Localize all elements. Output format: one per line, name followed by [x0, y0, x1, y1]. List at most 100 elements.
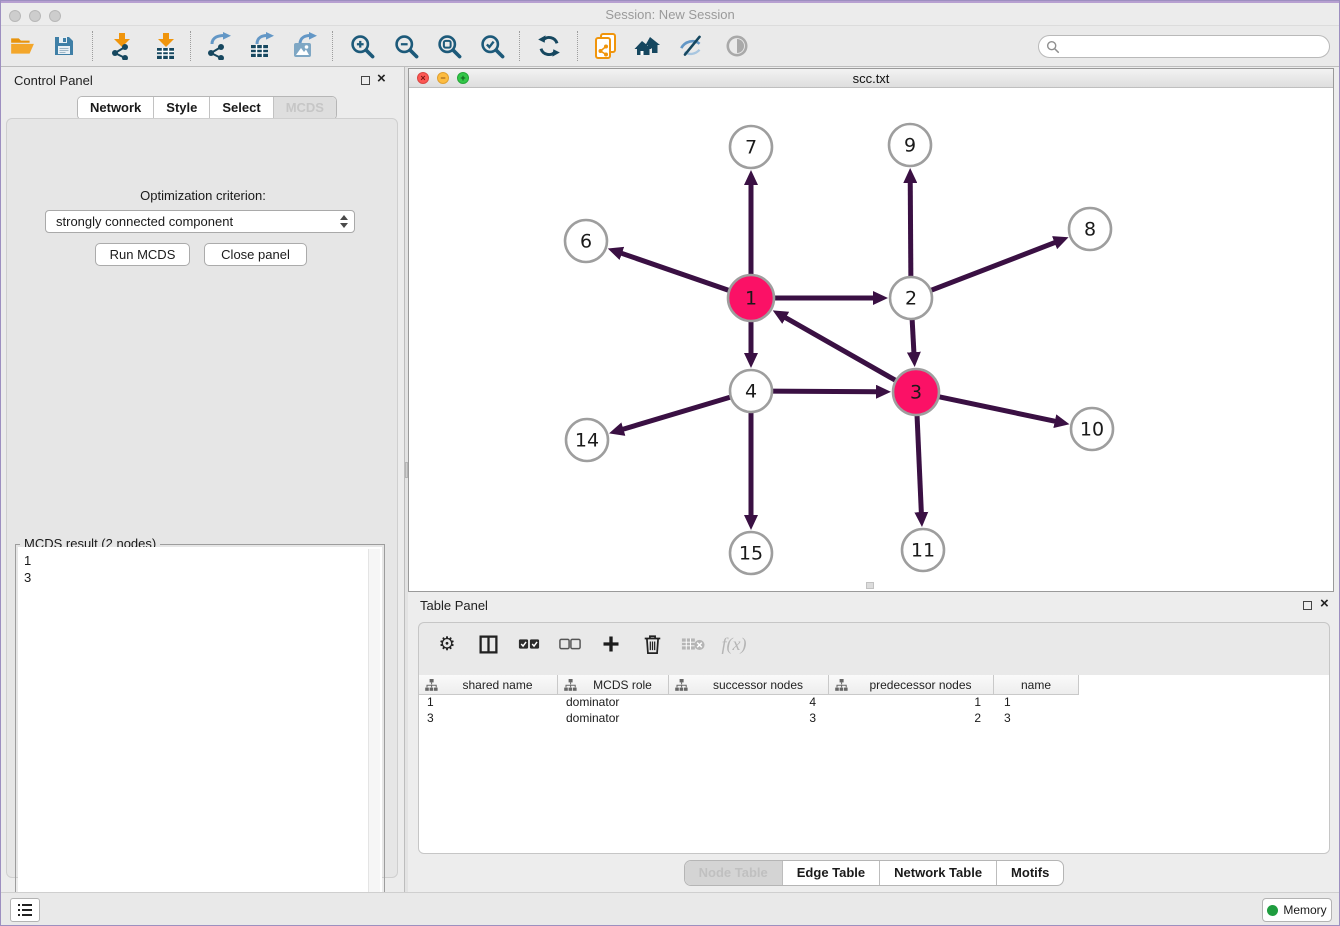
- cell-successor-nodes[interactable]: 3: [669, 711, 829, 727]
- float-panel-icon[interactable]: [361, 76, 370, 85]
- table-panel: Table Panel × ⚙: [408, 592, 1340, 892]
- graph-node-label-1: 1: [745, 288, 757, 310]
- table-header: shared name MCDS role successor nodes pr…: [419, 675, 1329, 695]
- tab-network[interactable]: Network: [78, 97, 154, 119]
- cell-name[interactable]: 3: [994, 711, 1079, 727]
- result-scrollbar[interactable]: [368, 549, 380, 917]
- close-table-panel-icon[interactable]: ×: [1320, 595, 1329, 612]
- close-panel-icon[interactable]: ×: [377, 70, 386, 87]
- zoom-fit-icon[interactable]: [431, 29, 467, 63]
- network-resize-grip[interactable]: [866, 582, 874, 589]
- open-network-file-icon[interactable]: [588, 29, 624, 63]
- mcds-result-text[interactable]: 1 3: [18, 547, 382, 919]
- cell-shared-name[interactable]: 3: [419, 711, 558, 727]
- graph-node-label-15: 15: [739, 543, 763, 565]
- tab-style[interactable]: Style: [154, 97, 210, 119]
- graph-edge-3-11[interactable]: [917, 412, 922, 515]
- column-header-predecessor-nodes[interactable]: predecessor nodes: [829, 675, 994, 695]
- status-bar: Memory: [0, 892, 1340, 926]
- graph-edge-3-10[interactable]: [936, 396, 1058, 422]
- cell-predecessor-nodes[interactable]: 1: [829, 695, 994, 711]
- tab-edge-table[interactable]: Edge Table: [783, 861, 880, 885]
- column-header-mcds-role[interactable]: MCDS role: [558, 675, 669, 695]
- import-table-icon[interactable]: [148, 29, 184, 63]
- graph-edge-4-3[interactable]: [769, 391, 879, 392]
- search-input[interactable]: [1064, 40, 1329, 54]
- graph-node-label-10: 10: [1080, 419, 1104, 441]
- result-line: 3: [24, 569, 382, 586]
- mcds-result-box: MCDS result (2 nodes) 1 3: [15, 544, 385, 922]
- criterion-value: strongly connected component: [56, 214, 340, 229]
- close-panel-button[interactable]: Close panel: [204, 243, 307, 266]
- toolbar-separator: [92, 31, 93, 61]
- column-header-name[interactable]: name: [994, 675, 1079, 695]
- network-view-window: × − + scc.txt 7968124314101511: [408, 68, 1334, 592]
- open-session-icon[interactable]: [4, 29, 40, 63]
- graph-edge-4-14[interactable]: [621, 396, 734, 430]
- table-row[interactable]: 1 dominator 4 1 1: [419, 695, 1329, 711]
- memory-button[interactable]: Memory: [1262, 898, 1332, 922]
- select-all-checkboxes-icon[interactable]: [517, 632, 541, 656]
- function-builder-icon[interactable]: f(x): [722, 632, 746, 656]
- hierarchy-icon: [425, 679, 438, 691]
- column-header-shared-name[interactable]: shared name: [419, 675, 558, 695]
- table-tabs: Node Table Edge Table Network Table Moti…: [408, 860, 1340, 886]
- tab-motifs[interactable]: Motifs: [997, 861, 1063, 885]
- refresh-view-icon[interactable]: [531, 29, 567, 63]
- search-box[interactable]: [1038, 35, 1330, 58]
- zoom-out-icon[interactable]: [388, 29, 424, 63]
- table-toolbar: ⚙ f(x): [419, 623, 1329, 665]
- hide-selected-eye-slash-icon[interactable]: [674, 29, 710, 63]
- cell-mcds-role[interactable]: dominator: [558, 711, 669, 727]
- export-network-icon[interactable]: [201, 29, 237, 63]
- deselect-all-checkboxes-icon[interactable]: [558, 632, 582, 656]
- import-network-icon[interactable]: [104, 29, 140, 63]
- cell-name[interactable]: 1: [994, 695, 1079, 711]
- table-options-gear-icon[interactable]: ⚙: [435, 632, 459, 656]
- cell-successor-nodes[interactable]: 4: [669, 695, 829, 711]
- zoom-in-icon[interactable]: [344, 29, 380, 63]
- home-icon[interactable]: [631, 29, 667, 63]
- zoom-selected-icon[interactable]: [474, 29, 510, 63]
- cell-shared-name[interactable]: 1: [419, 695, 558, 711]
- titlebar: Session: New Session: [0, 3, 1340, 26]
- column-header-successor-nodes[interactable]: successor nodes: [669, 675, 829, 695]
- export-table-icon[interactable]: [244, 29, 280, 63]
- save-session-icon[interactable]: [46, 29, 82, 63]
- table-row[interactable]: 3 dominator 3 2 3: [419, 711, 1329, 727]
- criterion-dropdown[interactable]: strongly connected component: [45, 210, 355, 233]
- tab-mcds[interactable]: MCDS: [274, 97, 336, 119]
- delete-table-icon[interactable]: [681, 632, 705, 656]
- graph-node-label-6: 6: [580, 231, 592, 253]
- graph-node-label-8: 8: [1084, 219, 1096, 241]
- control-panel-tabs: Network Style Select MCDS: [77, 96, 337, 120]
- tab-node-table[interactable]: Node Table: [685, 861, 783, 885]
- graph-node-label-14: 14: [575, 430, 599, 452]
- hierarchy-icon: [835, 679, 848, 691]
- export-image-icon[interactable]: [287, 29, 323, 63]
- show-hidden-eye-icon[interactable]: [719, 29, 755, 63]
- show-columns-icon[interactable]: [476, 632, 500, 656]
- float-table-panel-icon[interactable]: [1303, 601, 1312, 610]
- tab-network-table[interactable]: Network Table: [880, 861, 997, 885]
- cell-predecessor-nodes[interactable]: 2: [829, 711, 994, 727]
- graph-node-label-7: 7: [745, 137, 757, 159]
- network-canvas[interactable]: 7968124314101511: [409, 88, 1333, 591]
- graph-edge-1-6[interactable]: [619, 252, 732, 291]
- add-row-icon[interactable]: [599, 632, 623, 656]
- toolbar-separator: [519, 31, 520, 61]
- node-table-card: ⚙ f(x): [418, 622, 1330, 854]
- graph-edge-2-9[interactable]: [910, 180, 911, 280]
- dropdown-stepper-icon: [340, 215, 348, 228]
- graph-node-label-3: 3: [910, 382, 922, 404]
- run-mcds-button[interactable]: Run MCDS: [95, 243, 190, 266]
- graph-edge-3-1[interactable]: [783, 316, 898, 382]
- task-history-button[interactable]: [10, 898, 40, 922]
- delete-row-trash-icon[interactable]: [640, 632, 664, 656]
- cell-mcds-role[interactable]: dominator: [558, 695, 669, 711]
- graph-edge-2-8[interactable]: [928, 242, 1058, 292]
- graph-edge-2-3[interactable]: [912, 316, 914, 355]
- search-icon: [1046, 40, 1060, 54]
- network-window-titlebar[interactable]: × − + scc.txt: [409, 69, 1333, 88]
- tab-select[interactable]: Select: [210, 97, 273, 119]
